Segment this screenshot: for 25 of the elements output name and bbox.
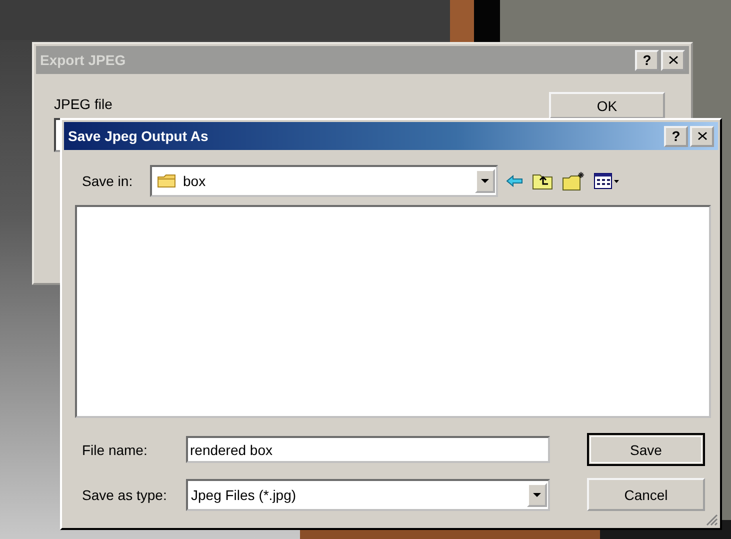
field-label: Save in: — [81, 173, 134, 189]
cancel-button[interactable]: Cancel — [587, 478, 705, 511]
window-title: Save Jpeg Output As — [68, 128, 208, 144]
file-field[interactable] — [54, 118, 60, 152]
field-label: Save as type: — [81, 486, 168, 502]
up-folder-icon[interactable] — [532, 172, 554, 190]
close-button[interactable] — [661, 50, 685, 70]
field-label: JPEG file — [54, 96, 112, 112]
view-menu-icon[interactable] — [594, 173, 620, 189]
folder-dropdown[interactable]: box — [150, 165, 498, 197]
field-label: File name: — [81, 442, 148, 458]
back-arrow-icon[interactable] — [506, 175, 524, 187]
close-icon — [698, 132, 706, 140]
new-folder-icon[interactable] — [562, 171, 586, 191]
resize-grip-icon[interactable] — [706, 514, 718, 526]
window-title: Export JPEG — [40, 52, 126, 68]
help-button[interactable]: ? — [635, 50, 659, 70]
close-icon — [668, 56, 678, 64]
file-type-dropdown[interactable]: Jpeg Files (*.jpg) — [186, 478, 550, 510]
ok-button[interactable]: OK — [549, 92, 665, 119]
save-button[interactable]: Save — [587, 433, 705, 466]
folder-icon — [157, 173, 177, 189]
close-button[interactable] — [690, 126, 714, 146]
help-button[interactable]: ? — [664, 126, 688, 146]
file-name-field[interactable]: rendered box — [186, 436, 550, 463]
